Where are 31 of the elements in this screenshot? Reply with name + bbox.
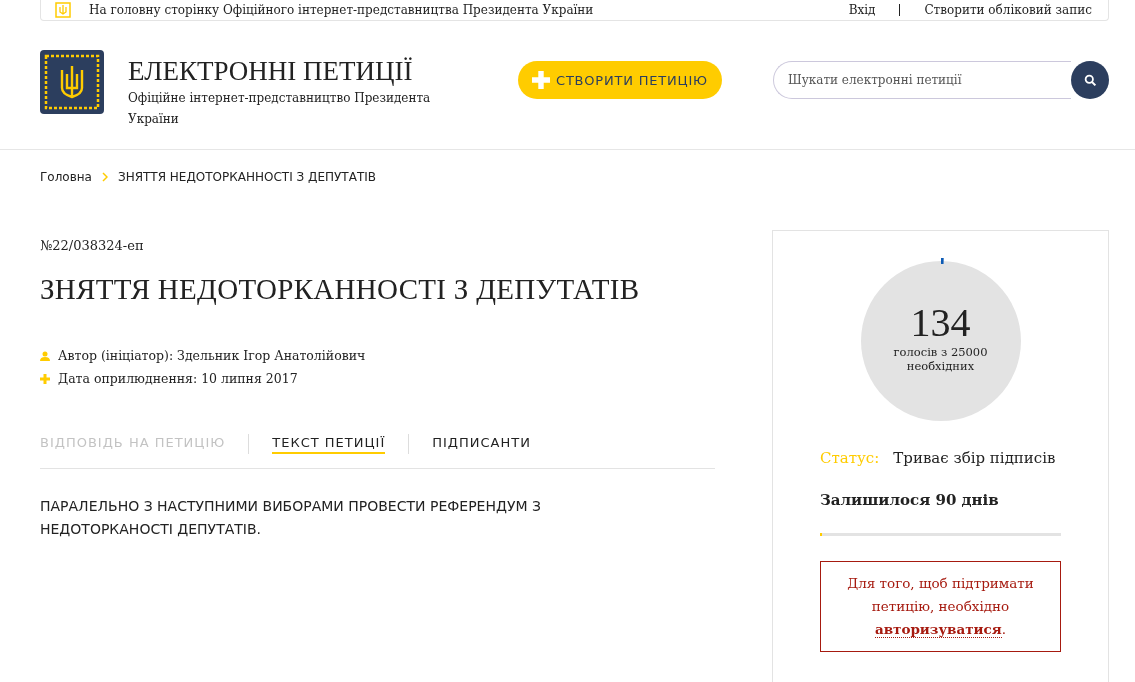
search-icon	[1083, 73, 1097, 87]
login-link[interactable]: Вхід	[848, 2, 876, 18]
register-link[interactable]: Створити обліковий запис	[924, 2, 1092, 18]
date-text: Дата оприлюднення: 10 липня 2017	[58, 370, 298, 388]
home-link[interactable]: На головну сторінку Офіційного інтернет-представництва Президента України	[89, 2, 594, 18]
authorize-link[interactable]: авторизуватися	[874, 621, 1002, 638]
notice-text: Для того, щоб підтримати петицію, необхідно авторизуватися.	[846, 574, 1035, 640]
chevron-icon	[101, 172, 108, 182]
petition-text: ПАРАЛЕЛЬНО З НАСТУПНИМИ ВИБОРАМИ ПРОВЕСТИ РЕФЕРЕНДУМ З НЕДОТОРКАНОСТІ ДЕПУТАТІВ.	[40, 497, 542, 539]
create-petition-button[interactable]: СТВОРИТИ ПЕТИЦІЮ	[518, 61, 722, 99]
search-button[interactable]	[1071, 61, 1109, 99]
plus-icon	[40, 373, 50, 384]
site-title: ЕЛЕКТРОННІ ПЕТИЦІЇ	[128, 56, 414, 86]
breadcrumb-current: ЗНЯТТЯ НЕДОТОРКАННОСТІ З ДЕПУТАТІВ	[117, 170, 376, 184]
person-icon	[40, 350, 50, 361]
days-left: Залишилося 90 днів	[820, 491, 1000, 509]
search-field[interactable]: Шукати електронні петиції	[773, 61, 1071, 99]
petition-title: ЗНЯТТЯ НЕДОТОРКАННОСТІ З ДЕПУТАТІВ	[40, 273, 641, 306]
breadcrumb-link[interactable]: Головна	[40, 170, 92, 184]
vote-caption: голосів з 25000 необхідних	[892, 345, 989, 373]
plus-icon	[532, 71, 550, 89]
author-text: Автор (ініціатор): Здельник Ігор Анатолійович	[58, 347, 366, 365]
vote-count: 134	[909, 303, 972, 343]
site-subtitle: Офіційне інтернет-представництво Президента України	[128, 90, 432, 128]
trident-logo[interactable]	[40, 50, 104, 114]
petition-number: №22/038324-еп	[40, 238, 145, 253]
status-label: Статус:	[820, 449, 880, 467]
tab[interactable]: ТЕКСТ ПЕТИЦІЇ	[272, 434, 386, 454]
status-value: Триває збір підписів	[893, 449, 1056, 467]
tab[interactable]: ПІДПИСАНТИ	[432, 434, 531, 454]
emblem-icon	[55, 2, 71, 18]
